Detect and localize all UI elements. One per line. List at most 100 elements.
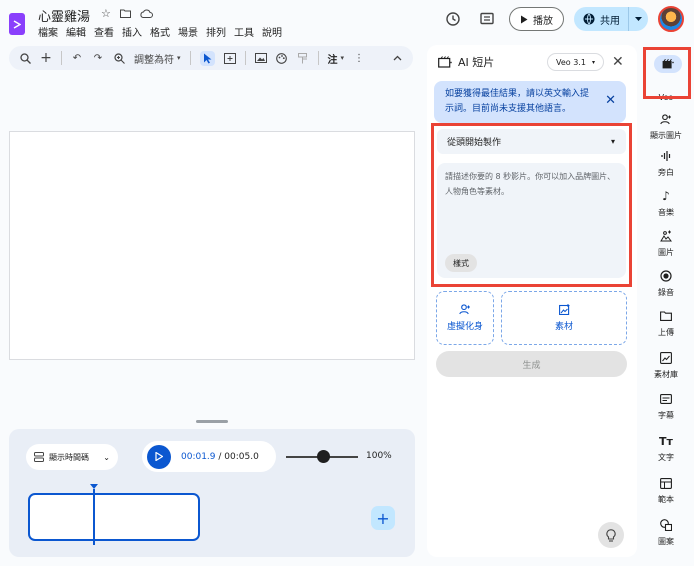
add-scene-button[interactable]: + [371,506,395,530]
new-slide-icon[interactable]: + [40,50,52,66]
chevron-down-icon: ▾ [340,54,345,62]
share-options-caret-icon[interactable] [628,7,648,31]
assets-tile[interactable]: 素材 [501,291,627,345]
start-mode-select[interactable]: 從頭開始製作 ▾ [437,129,626,154]
rail-item-shapes[interactable]: 圖案 [643,517,689,547]
rail-label: 字幕 [658,411,674,420]
lightbulb-icon[interactable] [598,522,624,548]
version-history-icon[interactable] [441,7,465,31]
caret-down-icon: ▾ [591,58,595,66]
timeline-play-button[interactable] [147,444,171,469]
timecode-toggle-label: 顯示時間碼 [49,452,89,462]
menu-file[interactable]: 檔案 [38,24,58,39]
more-vert-icon[interactable]: ⋮ [353,53,365,64]
header-actions: 播放 共用 [441,6,684,32]
menu-edit[interactable]: 編輯 [66,24,86,39]
menu-view[interactable]: 查看 [94,24,114,39]
close-panel-icon[interactable]: ✕ [612,54,624,70]
share-button[interactable]: 共用 [574,7,628,31]
start-mode-value: 從頭開始製作 [447,138,502,148]
zoom-icon[interactable] [113,52,125,64]
panel-resize-handle[interactable] [196,420,228,423]
rail-label: 範本 [658,495,674,504]
redo-icon[interactable]: ↷ [92,53,104,64]
rail-item-library[interactable]: 素材庫 [643,350,689,380]
menu-scene[interactable]: 場景 [178,24,198,39]
zoom-level: 100% [366,451,392,461]
rail-label: 圖案 [658,537,674,546]
rail-item-narration[interactable]: 旁白 [643,148,689,178]
rail-label: 圖片 [658,248,674,257]
prompt-section: 從頭開始製作 ▾ 請描述你要的 8 秒影片。你可以加入品牌圖片、人物角色等素材。… [431,123,632,287]
image-icon[interactable] [254,53,267,63]
rail-item-captions[interactable]: 字幕 [643,391,689,421]
library-icon [660,350,672,366]
rail-item-text[interactable]: Tт 文字 [643,433,689,463]
generate-label: 生成 [522,360,541,371]
rail-item-show-images[interactable]: 顯示圖片 [643,111,689,141]
rail-item-upload[interactable]: 上傳 [643,308,689,338]
toolbar-divider [61,51,62,65]
cloud-saved-icon[interactable] [140,9,153,18]
rail-item-record[interactable]: 錄音 [643,268,689,298]
account-avatar[interactable] [658,6,684,32]
close-notice-icon[interactable]: ✕ [605,93,616,108]
rail-item-templates[interactable]: 範本 [643,475,689,505]
timecode-icon [34,452,44,462]
select-pointer-icon[interactable] [199,50,215,66]
timecode-display: 00:01.9 / 00:05.0 [181,452,259,462]
video-sparkle-icon [438,56,452,68]
add-image-icon [558,304,569,315]
zoom-slider-thumb[interactable] [317,450,330,463]
toolbar-divider [189,51,191,65]
language-notice: 如要獲得最佳結果，請以英文輸入提示詞。目前尚未支援其他語言。 ✕ [434,81,626,123]
rail-item-music[interactable]: ♪ 音樂 [643,188,689,218]
app-logo-icon[interactable] [9,13,25,35]
model-select[interactable]: Veo 3.1 ▾ [547,53,604,71]
fit-dropdown[interactable]: 調整為符 ▾ [134,51,181,66]
prompt-textarea[interactable]: 請描述你要的 8 秒影片。你可以加入品牌圖片、人物角色等素材。 樣式 [437,163,626,278]
timeline-clip[interactable] [28,493,200,541]
document-title[interactable]: 心靈雞湯 [38,6,90,25]
assets-tile-label: 素材 [554,322,573,332]
image-sparkle-icon [660,228,672,244]
chevron-down-icon: ⌄ [103,452,110,462]
move-folder-icon[interactable] [119,9,131,18]
style-chip[interactable]: 樣式 [445,254,477,272]
menu-arrange[interactable]: 排列 [206,24,226,39]
paint-format-icon[interactable] [297,52,309,64]
avatar-tile[interactable]: 虛擬化身 [436,291,494,345]
panel-title: AI 短片 [438,54,494,70]
fit-label: 調整為符 [134,54,174,66]
undo-icon[interactable]: ↶ [71,53,83,64]
rail-item-images[interactable]: 圖片 [643,228,689,258]
avatar-tile-label: 虛擬化身 [446,322,483,332]
menu-bar: 檔案 編輯 查看 插入 格式 場景 排列 工具 說明 [38,24,282,39]
play-button[interactable]: 播放 [509,7,564,31]
person-add-icon [660,111,672,127]
waveform-icon [660,148,672,164]
title-actions: ☆ [101,7,153,20]
menu-tools[interactable]: 工具 [234,24,254,39]
play-label: 播放 [533,15,553,27]
star-icon[interactable]: ☆ [101,7,111,20]
veo-icon-pill[interactable] [654,55,682,73]
search-icon[interactable] [19,52,31,64]
panel-title-text: AI 短片 [458,56,495,69]
playhead-line[interactable] [93,489,95,545]
comments-icon[interactable] [475,7,499,31]
rail-label: 上傳 [658,328,674,337]
generate-button[interactable]: 生成 [436,351,627,377]
comment-dropdown[interactable]: 注 ▾ [328,51,345,66]
current-time: 00:01.9 [181,451,216,462]
collapse-toolbar-icon[interactable] [391,55,403,61]
menu-help[interactable]: 說明 [262,24,282,39]
scene-canvas[interactable] [9,131,415,360]
menu-format[interactable]: 格式 [150,24,170,39]
text-box-icon[interactable] [223,52,236,64]
show-timecode-toggle[interactable]: 顯示時間碼 ⌄ [26,444,118,470]
playback-controls: 00:01.9 / 00:05.0 [142,441,276,472]
model-value: Veo 3.1 [556,57,586,67]
menu-insert[interactable]: 插入 [122,24,142,39]
palette-icon[interactable] [276,52,288,64]
